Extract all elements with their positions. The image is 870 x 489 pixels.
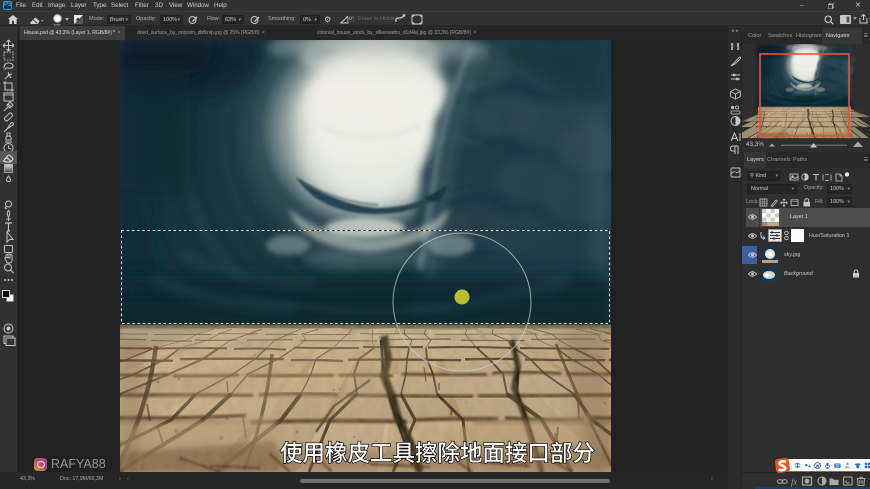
svg-text:fx: fx: [791, 477, 797, 487]
